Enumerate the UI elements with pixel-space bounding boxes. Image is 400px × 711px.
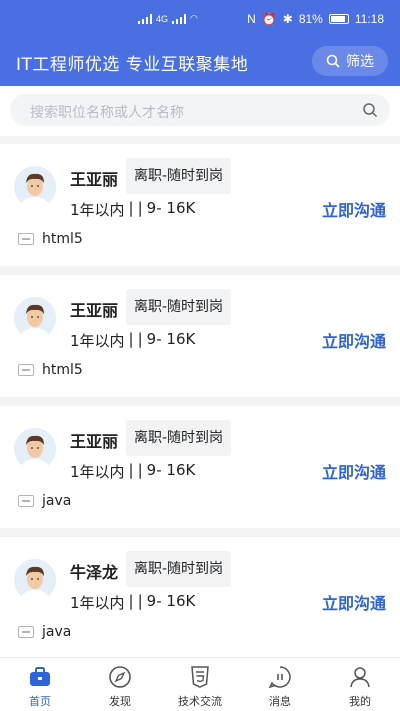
tag-icon [18, 495, 34, 507]
chat-now-button[interactable]: 立即沟通 [322, 197, 386, 221]
status-bar: 4G ◠ N ⏰ ✱ 81% 11:18 [0, 0, 400, 38]
signal-indicators: 4G ◠ [138, 13, 198, 24]
tag-icon [18, 626, 34, 638]
avatar [14, 297, 56, 339]
separator: | [137, 330, 143, 348]
avatar [14, 428, 56, 470]
search-input[interactable]: 搜索职位名称或人才名称 [10, 94, 390, 126]
filter-label: 筛选 [346, 54, 374, 70]
nfc-icon: N [247, 12, 256, 26]
tab-label: 技术交流 [178, 695, 222, 708]
separator: | [128, 592, 134, 610]
tag-icon [18, 233, 34, 245]
chat-now-button[interactable]: 立即沟通 [322, 590, 386, 614]
html5-icon [191, 666, 209, 688]
signal-icon-2 [172, 13, 187, 24]
search-icon [326, 54, 340, 68]
candidate-name: 王亚丽 [70, 301, 119, 320]
search-placeholder: 搜索职位名称或人才名称 [30, 105, 184, 121]
separator: | [128, 199, 134, 217]
skill-label: html5 [42, 362, 83, 378]
tab-label: 我的 [349, 695, 371, 708]
avatar [14, 166, 56, 208]
status-badge: 离职-随时到岗 [126, 158, 232, 194]
salary: 9- 16K [146, 592, 196, 610]
network-label: 4G [156, 13, 169, 24]
chat-now-button[interactable]: 立即沟通 [322, 459, 386, 483]
skill-tag: java [18, 624, 71, 640]
tab-messages[interactable]: 消息 [240, 658, 320, 711]
skill-label: java [42, 624, 72, 640]
candidate-meta: 1年以内 | | 9- 16K [70, 592, 195, 613]
tab-discover[interactable]: 发现 [80, 658, 160, 711]
bluetooth-icon: ✱ [282, 12, 293, 26]
status-badge: 离职-随时到岗 [126, 289, 232, 325]
separator: | [128, 461, 134, 479]
experience: 1年以内 [70, 201, 125, 219]
candidate-name: 王亚丽 [70, 170, 119, 189]
salary: 9- 16K [146, 461, 196, 479]
candidate-card[interactable]: 王亚丽 离职-随时到岗 1年以内 | | 9- 16K 立即沟通 html5 [0, 144, 400, 266]
system-indicators: N ⏰ ✱ 81% 11:18 [247, 12, 384, 26]
candidate-card[interactable]: 牛泽龙 离职-随时到岗 1年以内 | | 9- 16K 立即沟通 java [0, 537, 400, 659]
skill-tag: java [18, 493, 71, 509]
tag-icon [18, 364, 34, 376]
search-icon[interactable] [362, 102, 378, 118]
person-icon [350, 667, 370, 688]
filter-button[interactable]: 筛选 [312, 46, 388, 76]
skill-tag: html5 [18, 231, 83, 247]
status-badge: 离职-随时到岗 [126, 420, 232, 456]
search-bar: 搜索职位名称或人才名称 [0, 86, 400, 136]
bottom-tab-bar: 首页 发现 技术交流 消息 我的 [0, 657, 400, 711]
candidate-meta: 1年以内 | | 9- 16K [70, 330, 195, 351]
candidate-card[interactable]: 王亚丽 离职-随时到岗 1年以内 | | 9- 16K 立即沟通 html5 [0, 275, 400, 397]
battery-percent: 81% [298, 12, 323, 26]
compass-icon [109, 666, 131, 688]
chat-bubble-icon [268, 666, 291, 689]
salary: 9- 16K [146, 330, 196, 348]
experience: 1年以内 [70, 332, 125, 350]
experience: 1年以内 [70, 463, 125, 481]
alarm-icon: ⏰ [261, 12, 277, 26]
tab-home[interactable]: 首页 [0, 658, 80, 711]
candidate-meta: 1年以内 | | 9- 16K [70, 461, 195, 482]
separator: | [137, 592, 143, 610]
candidate-name: 王亚丽 [70, 432, 119, 451]
page-title: IT工程师优选 专业互联聚集地 [16, 55, 249, 75]
tab-profile[interactable]: 我的 [320, 658, 400, 711]
avatar [14, 559, 56, 601]
skill-tag: html5 [18, 362, 83, 378]
tab-label: 首页 [29, 695, 51, 708]
tab-label: 发现 [109, 695, 131, 708]
separator: | [128, 330, 134, 348]
separator: | [137, 461, 143, 479]
clock: 11:18 [354, 12, 384, 26]
salary: 9- 16K [146, 199, 196, 217]
candidate-meta: 1年以内 | | 9- 16K [70, 199, 195, 220]
signal-icon [138, 13, 152, 24]
skill-label: java [42, 493, 72, 509]
briefcase-icon [30, 667, 50, 686]
experience: 1年以内 [70, 594, 125, 612]
candidate-card[interactable]: 王亚丽 离职-随时到岗 1年以内 | | 9- 16K 立即沟通 java [0, 406, 400, 528]
tab-label: 消息 [269, 695, 291, 708]
tab-tech[interactable]: 技术交流 [160, 658, 240, 711]
candidate-name: 牛泽龙 [70, 563, 119, 582]
battery-icon [328, 14, 349, 24]
separator: | [137, 199, 143, 217]
wifi-icon: ◠ [190, 13, 198, 23]
chat-now-button[interactable]: 立即沟通 [322, 328, 386, 352]
status-badge: 离职-随时到岗 [126, 551, 232, 587]
candidate-list: 王亚丽 离职-随时到岗 1年以内 | | 9- 16K 立即沟通 html5 王… [0, 144, 400, 668]
app-header: IT工程师优选 专业互联聚集地 筛选 [0, 38, 400, 86]
skill-label: html5 [42, 231, 83, 247]
